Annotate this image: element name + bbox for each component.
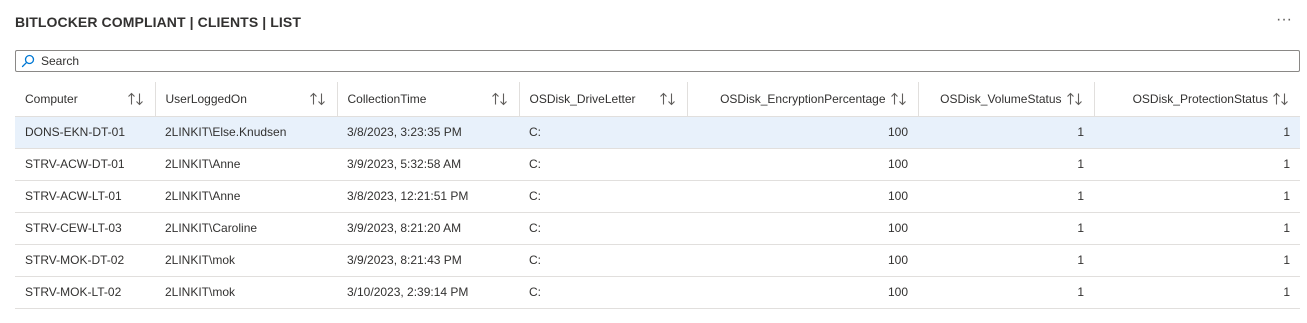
cell-drive-letter: C: [519, 244, 687, 277]
table-header-row: Computer UserLoggedOn CollectionTime OSDisk… [15, 82, 1300, 117]
column-header-label: UserLoggedOn [165, 91, 247, 106]
cell-drive-letter: C: [519, 276, 687, 309]
table-row[interactable]: STRV-MOK-DT-02 2LINKIT\mok 3/9/2023, 8:21:… [15, 244, 1300, 277]
search-input[interactable] [41, 52, 1299, 70]
cell-volume-status: 1 [918, 244, 1094, 277]
cell-collection-time: 3/10/2023, 2:39:14 PM [337, 276, 519, 309]
cell-encryption-percentage: 100 [687, 116, 918, 149]
column-header-label: OSDisk_DriveLetter [529, 91, 636, 106]
cell-protection-status: 1 [1094, 148, 1300, 181]
cell-computer: STRV-ACW-LT-01 [15, 180, 155, 213]
cell-computer: STRV-MOK-DT-02 [15, 244, 155, 277]
sort-up-down-icon[interactable] [1066, 92, 1084, 106]
column-header-computer[interactable]: Computer [15, 82, 156, 117]
cell-collection-time: 3/8/2023, 12:21:51 PM [337, 180, 519, 213]
more-options-button[interactable]: ··· [1273, 9, 1295, 31]
cell-user-logged-on: 2LINKIT\Anne [155, 148, 337, 181]
page-title: BITLOCKER COMPLIANT | CLIENTS | LIST [15, 14, 301, 30]
table-body: DONS-EKN-DT-01 2LINKIT\Else.Knudsen 3/8/20… [15, 116, 1300, 309]
cell-computer: DONS-EKN-DT-01 [15, 116, 155, 149]
column-header-collectiontime[interactable]: CollectionTime [337, 82, 520, 117]
cell-protection-status: 1 [1094, 276, 1300, 309]
cell-encryption-percentage: 100 [687, 276, 918, 309]
cell-user-logged-on: 2LINKIT\Anne [155, 180, 337, 213]
table-row[interactable]: STRV-ACW-DT-01 2LINKIT\Anne 3/9/2023, 5:32… [15, 148, 1300, 181]
cell-collection-time: 3/9/2023, 8:21:20 AM [337, 212, 519, 245]
column-header-label: OSDisk_EncryptionPercentage [720, 91, 886, 106]
cell-drive-letter: C: [519, 180, 687, 213]
cell-collection-time: 3/8/2023, 3:23:35 PM [337, 116, 519, 149]
cell-volume-status: 1 [918, 116, 1094, 149]
table-row[interactable]: STRV-MOK-LT-02 2LINKIT\mok 3/10/2023, 2:39… [15, 276, 1300, 309]
cell-encryption-percentage: 100 [687, 180, 918, 213]
cell-protection-status: 1 [1094, 244, 1300, 277]
cell-volume-status: 1 [918, 180, 1094, 213]
cell-drive-letter: C: [519, 148, 687, 181]
cell-encryption-percentage: 100 [687, 212, 918, 245]
sort-up-down-icon[interactable] [127, 92, 145, 106]
column-header-label: Computer [25, 91, 78, 106]
table-row[interactable]: STRV-ACW-LT-01 2LINKIT\Anne 3/8/2023, 12:2… [15, 180, 1300, 213]
sort-up-down-icon[interactable] [890, 92, 908, 106]
cell-encryption-percentage: 100 [687, 244, 918, 277]
cell-collection-time: 3/9/2023, 5:32:58 AM [337, 148, 519, 181]
cell-user-logged-on: 2LINKIT\Else.Knudsen [155, 116, 337, 149]
cell-drive-letter: C: [519, 116, 687, 149]
sort-up-down-icon[interactable] [309, 92, 327, 106]
cell-protection-status: 1 [1094, 180, 1300, 213]
cell-volume-status: 1 [918, 212, 1094, 245]
table-row[interactable]: DONS-EKN-DT-01 2LINKIT\Else.Knudsen 3/8/20… [15, 116, 1300, 149]
cell-user-logged-on: 2LINKIT\mok [155, 276, 337, 309]
sort-up-down-icon[interactable] [659, 92, 677, 106]
cell-user-logged-on: 2LINKIT\mok [155, 244, 337, 277]
column-header-osdisk-driveletter[interactable]: OSDisk_DriveLetter [519, 82, 688, 117]
column-header-userloggedon[interactable]: UserLoggedOn [155, 82, 338, 117]
cell-volume-status: 1 [918, 148, 1094, 181]
cell-computer: STRV-CEW-LT-03 [15, 212, 155, 245]
cell-encryption-percentage: 100 [687, 148, 918, 181]
cell-volume-status: 1 [918, 276, 1094, 309]
cell-protection-status: 1 [1094, 212, 1300, 245]
sort-up-down-icon[interactable] [1272, 92, 1290, 106]
cell-user-logged-on: 2LINKIT\Caroline [155, 212, 337, 245]
cell-drive-letter: C: [519, 212, 687, 245]
cell-protection-status: 1 [1094, 116, 1300, 149]
cell-collection-time: 3/9/2023, 8:21:43 PM [337, 244, 519, 277]
column-header-osdisk-protectionstatus[interactable]: OSDisk_ProtectionStatus [1094, 82, 1300, 117]
search-box[interactable] [15, 50, 1300, 72]
column-header-label: OSDisk_VolumeStatus [940, 91, 1062, 106]
table-row[interactable]: STRV-CEW-LT-03 2LINKIT\Caroline 3/9/2023, … [15, 212, 1300, 245]
sort-up-down-icon[interactable] [491, 92, 509, 106]
cell-computer: STRV-MOK-LT-02 [15, 276, 155, 309]
column-header-osdisk-encryptionpercentage[interactable]: OSDisk_EncryptionPercentage [687, 82, 919, 117]
column-header-label: OSDisk_ProtectionStatus [1132, 91, 1268, 106]
column-header-osdisk-volumestatus[interactable]: OSDisk_VolumeStatus [918, 82, 1095, 117]
search-icon [21, 54, 35, 68]
results-table: Computer UserLoggedOn CollectionTime OSDisk… [15, 82, 1300, 309]
cell-computer: STRV-ACW-DT-01 [15, 148, 155, 181]
column-header-label: CollectionTime [347, 91, 427, 106]
